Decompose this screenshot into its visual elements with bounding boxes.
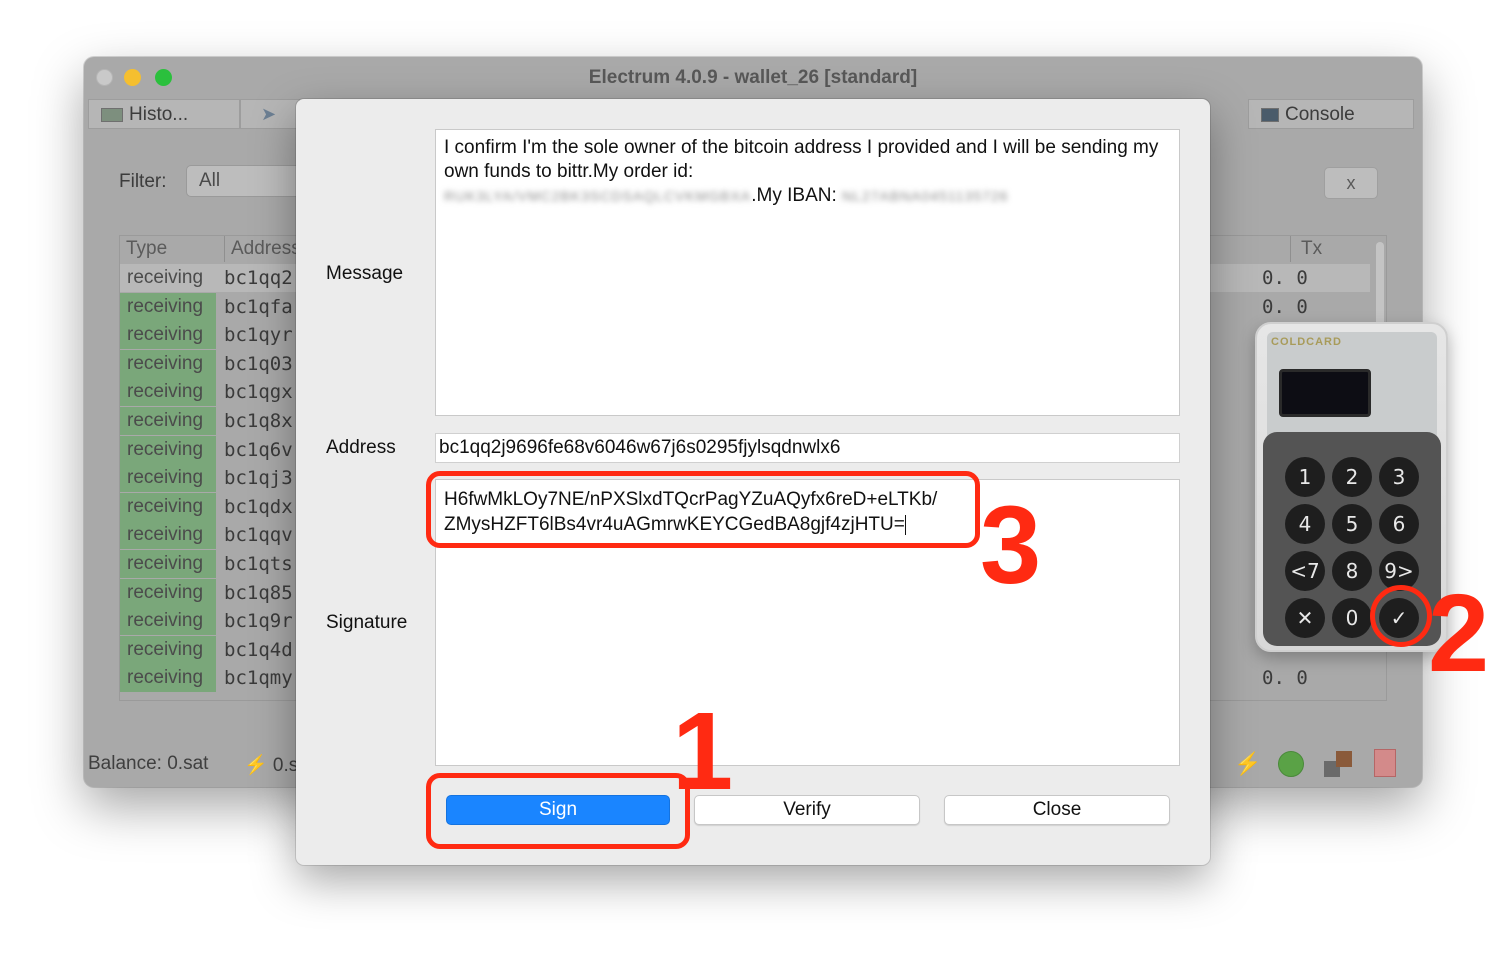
- row-type: receiving: [120, 321, 216, 350]
- row-address: bc1qq2: [224, 267, 293, 289]
- redacted-order-id: RUK3LYA/VMC2BK3SCDSAQLCVKMGBXA: [444, 188, 752, 204]
- row-type: receiving: [120, 378, 216, 407]
- balance-text: Balance: 0.sat: [88, 753, 209, 774]
- row-type: receiving: [120, 349, 216, 378]
- row-tx: 0. 0: [1262, 295, 1308, 318]
- step-3-number: 3: [980, 484, 1042, 607]
- lightning-icon[interactable]: ⚡: [1234, 751, 1261, 777]
- row-address: bc1qj3: [224, 467, 293, 490]
- signature-callout-box: [426, 471, 980, 548]
- sign-callout-box: [426, 773, 690, 849]
- device-screen: [1279, 369, 1371, 417]
- confirm-key-callout-circle: [1370, 585, 1432, 647]
- row-type: receiving: [127, 267, 204, 288]
- row-type: receiving: [120, 664, 216, 693]
- row-address: bc1qyr: [224, 324, 293, 347]
- signature-label: Signature: [326, 612, 408, 633]
- row-address: bc1qts: [224, 553, 293, 575]
- row-address: bc1q4d: [224, 638, 293, 661]
- row-address: bc1qfa: [224, 295, 293, 318]
- step-2-number: 2: [1428, 572, 1490, 695]
- row-address: bc1qgx: [224, 381, 293, 404]
- row-type: receiving: [120, 407, 216, 435]
- column-header-tx[interactable]: Tx: [1290, 236, 1322, 262]
- row-type: receiving: [120, 635, 216, 664]
- row-type: receiving: [120, 292, 216, 321]
- row-address: bc1q85: [224, 581, 293, 604]
- key-6-button[interactable]: 6: [1379, 504, 1419, 544]
- row-type: receiving: [120, 521, 216, 550]
- key-1-button[interactable]: 1: [1285, 457, 1325, 497]
- row-address: bc1qmy: [224, 667, 293, 690]
- key-0-button[interactable]: 0: [1332, 598, 1372, 638]
- key-5-button[interactable]: 5: [1332, 504, 1372, 544]
- device-brand-logo: COLDCARD: [1271, 336, 1342, 348]
- tab-console[interactable]: Console: [1248, 99, 1414, 129]
- tab-console-label: Console: [1285, 104, 1355, 125]
- address-label: Address: [326, 437, 396, 458]
- tab-history-label: Histo...: [129, 104, 189, 125]
- row-address: bc1q9r: [224, 610, 293, 633]
- key-4-button[interactable]: 4: [1285, 504, 1325, 544]
- row-address: bc1qqv: [224, 524, 293, 547]
- key-8-button[interactable]: 8: [1332, 551, 1372, 591]
- row-type: receiving: [120, 464, 216, 493]
- row-type: receiving: [120, 492, 216, 521]
- network-status-icon[interactable]: [1278, 751, 1304, 777]
- console-icon: [1261, 107, 1279, 122]
- close-button[interactable]: Close: [944, 795, 1170, 825]
- send-icon: ➤: [261, 104, 277, 124]
- key-7-button[interactable]: <7: [1285, 551, 1325, 591]
- row-tx: 0. 0: [1262, 667, 1308, 690]
- row-address: bc1q03: [224, 352, 293, 375]
- key-2-button[interactable]: 2: [1332, 457, 1372, 497]
- row-type: receiving: [120, 607, 216, 636]
- row-address: bc1q6v: [224, 438, 293, 461]
- row-address: bc1q8x: [224, 410, 293, 432]
- message-textarea[interactable]: I confirm I'm the sole owner of the bitc…: [435, 129, 1180, 416]
- column-header-type[interactable]: Type: [126, 236, 167, 262]
- seed-icon[interactable]: [1324, 751, 1352, 779]
- calculator-icon[interactable]: [1374, 749, 1396, 777]
- tab-send[interactable]: ➤: [240, 99, 300, 129]
- message-iban-label: .My IBAN:: [751, 185, 837, 206]
- message-label: Message: [326, 263, 404, 284]
- redacted-iban: NL27ABNA0451135726: [842, 188, 1009, 204]
- address-input[interactable]: bc1qq2j9696fe68v6046w67j6s0295fjylsqdnwl…: [435, 433, 1180, 463]
- row-type: receiving: [120, 435, 216, 464]
- row-tx: 0. 0: [1262, 267, 1308, 289]
- row-type: receiving: [120, 578, 216, 607]
- titlebar: Electrum 4.0.9 - wallet_26 [standard]: [84, 57, 1422, 97]
- filter-label: Filter:: [119, 171, 167, 192]
- step-1-number: 1: [672, 690, 734, 813]
- column-header-address[interactable]: Address: [224, 236, 301, 262]
- row-address: bc1qdx: [224, 495, 293, 518]
- filter-clear-button[interactable]: x: [1324, 167, 1378, 199]
- tab-history[interactable]: Histo...: [88, 99, 240, 129]
- message-text: I confirm I'm the sole owner of the bitc…: [444, 137, 1159, 182]
- history-icon: [101, 107, 123, 122]
- window-title: Electrum 4.0.9 - wallet_26 [standard]: [588, 67, 918, 88]
- key-3-button[interactable]: 3: [1379, 457, 1419, 497]
- row-type: receiving: [120, 550, 216, 578]
- key-cancel-button[interactable]: ✕: [1285, 598, 1325, 638]
